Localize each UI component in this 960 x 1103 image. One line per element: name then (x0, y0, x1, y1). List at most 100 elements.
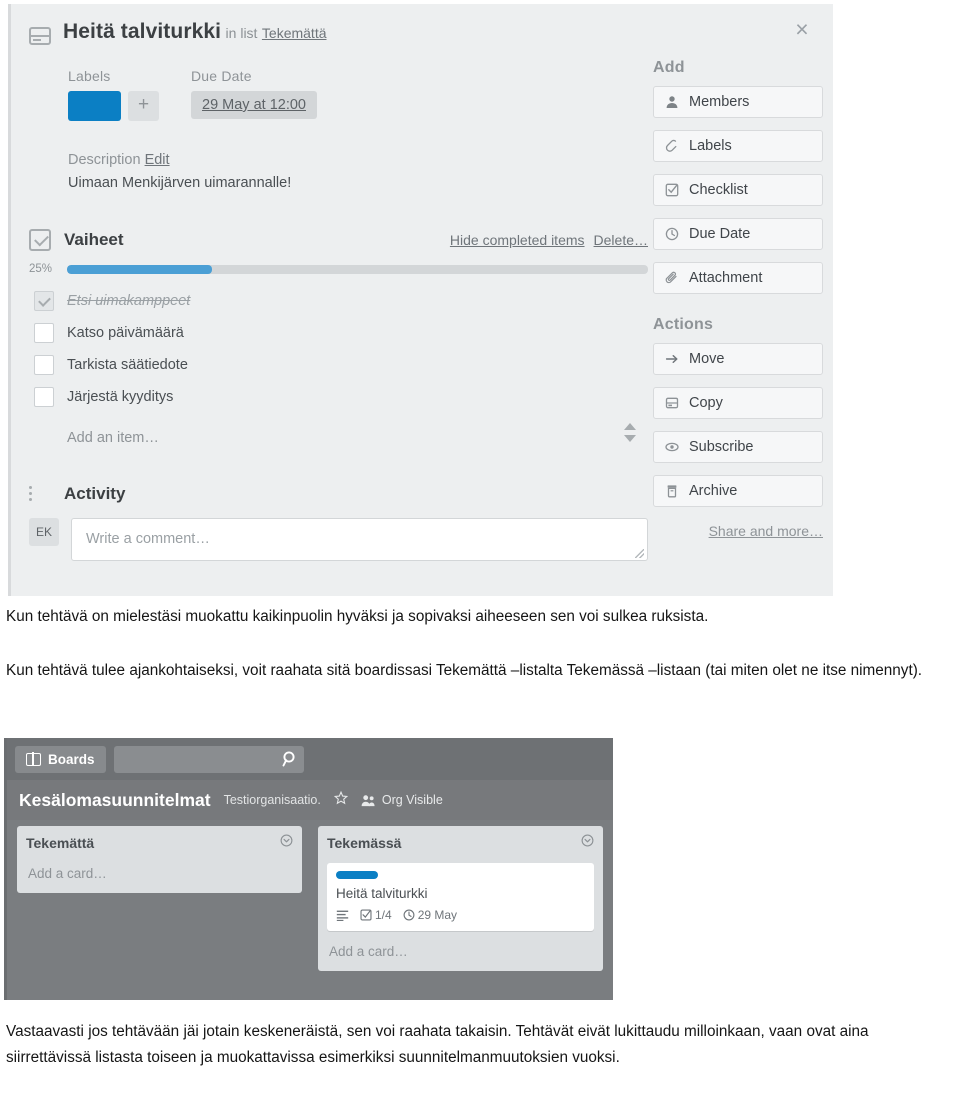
list-menu-icon[interactable] (280, 834, 293, 852)
checklist-items: Etsi uimakamppeet Katso päivämäärä Tarkist… (29, 285, 648, 413)
add-button-members[interactable]: Members (653, 86, 823, 118)
action-button-copy[interactable]: Copy (653, 387, 823, 419)
copy-icon (665, 396, 679, 410)
search-icon (282, 750, 295, 766)
label-chip-blue[interactable] (68, 91, 121, 121)
chevron-down-icon[interactable] (624, 435, 636, 442)
checkbox-icon[interactable] (34, 387, 54, 407)
close-icon[interactable]: × (789, 16, 815, 42)
paragraph-1: Kun tehtävä on mielestäsi muokattu kaiki… (6, 608, 709, 625)
boards-button[interactable]: Boards (15, 745, 106, 773)
board-list-title: Tekemättä (26, 835, 95, 851)
card-label (336, 871, 378, 879)
paragraph-3: Vastaavasti jos tehtävään jäi jotain kes… (6, 1023, 869, 1067)
card-title: Heitä talviturkki (63, 20, 222, 43)
description-text: Uimaan Menkijärven uimarannalle! (68, 175, 292, 191)
add-checklist-item[interactable]: Add an item… (29, 423, 648, 453)
boards-icon (26, 751, 41, 767)
search-input[interactable] (113, 745, 304, 773)
card-detail-sidebar: Add Members Labels Checklist Due Date Attach… (653, 59, 823, 539)
add-card-button[interactable]: Add a card… (327, 941, 594, 963)
due-date-badge[interactable]: 29 May at 12:00 (191, 91, 317, 119)
board-list-header: Tekemättä (26, 834, 293, 852)
checkbox-icon[interactable] (34, 323, 54, 343)
checklist-icon (29, 229, 51, 251)
card-list-link[interactable]: Tekemättä (262, 25, 327, 41)
checkbox-icon[interactable] (34, 355, 54, 375)
add-button-label: Due Date (689, 226, 751, 242)
action-button-subscribe[interactable]: Subscribe (653, 431, 823, 463)
card-icon (29, 27, 51, 45)
checklist-item[interactable]: Tarkista säätiedote (29, 349, 648, 381)
member-icon (665, 95, 679, 109)
resize-handle[interactable] (635, 549, 644, 558)
members-icon (361, 794, 375, 806)
chevron-up-icon[interactable] (624, 423, 636, 430)
add-card-button[interactable]: Add a card… (26, 863, 293, 885)
board-visibility[interactable]: Org Visible (361, 793, 443, 807)
checklist-progress: 25% (29, 263, 648, 275)
description-section: Description Edit Uimaan Menkijärven uima… (68, 152, 291, 191)
checklist-item-label: Etsi uimakamppeet (67, 293, 191, 309)
add-label-button[interactable]: + (128, 91, 159, 121)
boards-button-label: Boards (48, 751, 95, 767)
board-visibility-label: Org Visible (381, 793, 443, 807)
paperclip-icon (665, 271, 679, 285)
card-detail-panel: × Heitä talviturkki in list Tekemättä La… (8, 4, 833, 596)
comment-input[interactable]: Write a comment… (71, 518, 648, 561)
add-button-label: Checklist (689, 182, 748, 198)
board-name: Kesälomasuunnitelmat (19, 789, 211, 810)
labels-section: Labels + (68, 68, 159, 121)
board-card-title: Heitä talviturkki (336, 886, 428, 901)
tag-icon (665, 139, 679, 153)
list-menu-icon[interactable] (581, 834, 594, 852)
description-badge (336, 910, 349, 921)
checklist-item-label: Järjestä kyyditys (67, 389, 174, 405)
due-date-badge-label: 29 May (417, 908, 458, 922)
board-card[interactable]: Heitä talviturkki 1/4 29 May (327, 863, 594, 931)
action-button-archive[interactable]: Archive (653, 475, 823, 507)
progress-track (67, 264, 648, 274)
board-organization[interactable]: Testiorganisaatio. (224, 793, 321, 807)
add-button-label: Attachment (689, 270, 763, 286)
share-and-more-link[interactable]: Share and more… (653, 523, 823, 539)
board-lists: Tekemättä Add a card… Tekemässä Heitä talvi… (7, 820, 613, 977)
checklist-spinner[interactable] (624, 423, 636, 442)
checklist-item[interactable]: Katso päivämäärä (29, 317, 648, 349)
board-list: Tekemässä Heitä talviturkki 1/4 29 May Add a… (318, 826, 603, 971)
card-detail-header: Heitä talviturkki in list Tekemättä (29, 20, 773, 45)
checklist-item[interactable]: Etsi uimakamppeet (29, 285, 648, 317)
action-button-label: Copy (689, 395, 723, 411)
paragraph-2: Kun tehtävä tulee ajankohtaiseksi, voit … (6, 662, 923, 679)
description-heading: Description Edit (68, 152, 291, 168)
delete-checklist-link[interactable]: Delete… (594, 232, 648, 248)
description-edit-link[interactable]: Edit (145, 152, 170, 168)
progress-fill (67, 264, 213, 274)
checklist-item[interactable]: Järjestä kyyditys (29, 381, 648, 413)
star-icon[interactable] (333, 790, 348, 810)
activity-section: Activity EK Write a comment… (29, 484, 648, 561)
checklist-badge-label: 1/4 (375, 908, 392, 922)
activity-header: Activity (29, 484, 648, 504)
add-button-attachment[interactable]: Attachment (653, 262, 823, 294)
add-button-label: Members (689, 94, 750, 110)
hide-completed-items-link[interactable]: Hide completed items (450, 232, 585, 248)
due-date-section: Due Date 29 May at 12:00 (191, 68, 317, 121)
in-list-label: in list (225, 25, 258, 41)
add-button-checklist[interactable]: Checklist (653, 174, 823, 206)
add-section-heading: Add (653, 59, 685, 76)
checklist-icon (665, 183, 679, 197)
description-label: Description (68, 152, 141, 168)
activity-icon (29, 486, 51, 502)
add-button-labels[interactable]: Labels (653, 130, 823, 162)
due-date-heading: Due Date (191, 68, 252, 84)
progress-percent-label: 25% (29, 263, 53, 275)
add-button-label: Labels (689, 138, 732, 154)
checkbox-checked-icon[interactable] (34, 291, 54, 311)
add-button-due-date[interactable]: Due Date (653, 218, 823, 250)
action-button-label: Move (689, 351, 725, 367)
card-badges: 1/4 29 May (336, 908, 585, 922)
action-button-move[interactable]: Move (653, 343, 823, 375)
checklist-title: Vaiheet (64, 230, 124, 249)
action-button-label: Subscribe (689, 439, 754, 455)
